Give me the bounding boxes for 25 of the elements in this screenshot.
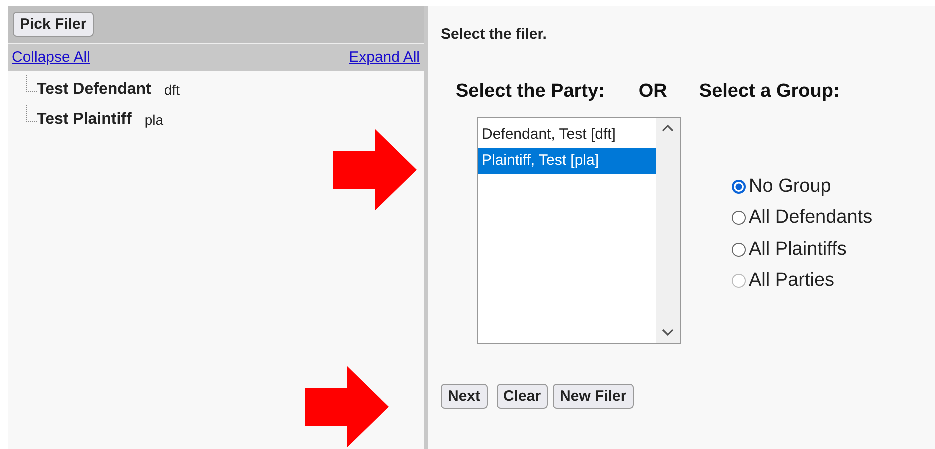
scroll-down-icon[interactable] xyxy=(662,329,674,337)
radio-button[interactable] xyxy=(732,211,746,226)
list-option[interactable]: Defendant, Test [dft] xyxy=(478,122,656,148)
radio-label[interactable]: All Defendants xyxy=(749,207,873,230)
action-button[interactable]: Clear xyxy=(496,384,548,409)
party-name[interactable]: Test Plaintiff xyxy=(37,111,132,129)
party-heading: Select the Party: xyxy=(456,81,605,103)
party-code: pla xyxy=(144,112,164,128)
action-button[interactable]: New Filer xyxy=(553,384,634,409)
radio-button[interactable] xyxy=(732,242,746,257)
action-button[interactable]: Next xyxy=(441,384,488,409)
instruction-text: Select the filer. xyxy=(441,26,548,43)
party-name[interactable]: Test Defendant xyxy=(37,81,152,99)
or-label: OR xyxy=(638,81,668,103)
party-code: dft xyxy=(164,82,180,98)
pick-filer-button[interactable]: Pick Filer xyxy=(13,12,94,37)
party-listbox[interactable]: Defendant, Test [dft] Plaintiff, Test [pla] xyxy=(477,117,681,344)
list-option[interactable]: Plaintiff, Test [pla] xyxy=(478,148,656,174)
expand-all-link[interactable]: Expand All xyxy=(349,49,420,66)
collapse-all-link[interactable]: Collapse All xyxy=(12,49,90,66)
radio-button[interactable] xyxy=(732,180,746,194)
scroll-up-icon[interactable] xyxy=(662,124,674,132)
group-heading: Select a Group: xyxy=(699,81,840,103)
radio-label[interactable]: No Group xyxy=(749,176,832,198)
radio-label[interactable]: All Plaintiffs xyxy=(749,238,847,261)
